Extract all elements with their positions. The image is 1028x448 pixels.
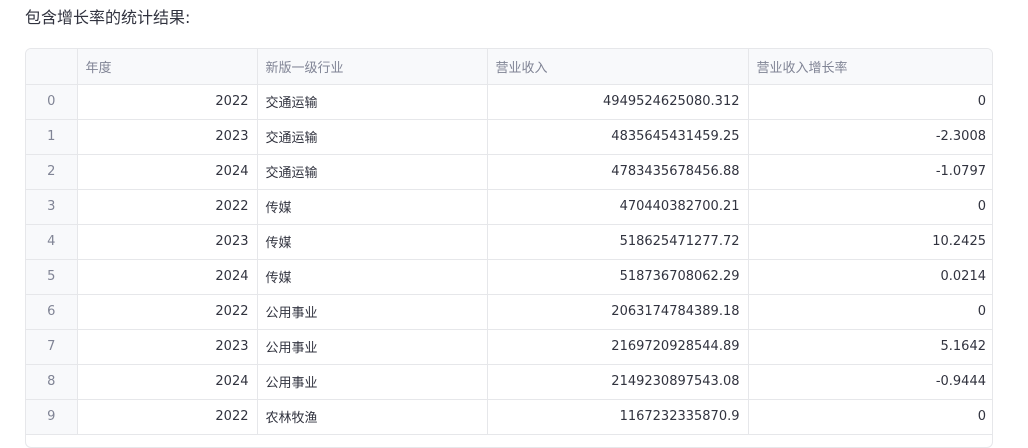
revenue-cell[interactable]: 1167232335870.9 bbox=[487, 399, 749, 435]
revenue-cell[interactable]: 518736708062.29 bbox=[487, 259, 749, 295]
revenue-cell[interactable]: 2149230897543.08 bbox=[487, 364, 749, 400]
table-row[interactable]: 7 2023 公用事业 2169720928544.89 5.1642 bbox=[26, 329, 992, 365]
year-cell[interactable]: 2022 bbox=[77, 84, 258, 120]
row-index-cell[interactable]: 1 bbox=[26, 119, 78, 155]
row-index-cell[interactable]: 8 bbox=[26, 364, 78, 400]
data-table-grid: 年度 新版一级行业 营业收入 营业收入增长率 0 2022 交通运输 49495246… bbox=[26, 49, 992, 435]
result-caption: 包含增长率的统计结果: bbox=[25, 8, 191, 27]
row-index-cell[interactable]: 9 bbox=[26, 399, 78, 435]
table-row[interactable]: 1 2023 交通运输 4835645431459.25 -2.3008 bbox=[26, 119, 992, 155]
table-row[interactable]: 4 2023 传媒 518625471277.72 10.2425 bbox=[26, 224, 992, 260]
year-cell[interactable]: 2024 bbox=[77, 364, 258, 400]
industry-cell[interactable]: 公用事业 bbox=[257, 329, 488, 365]
year-cell[interactable]: 2022 bbox=[77, 294, 258, 330]
revenue-cell[interactable]: 4949524625080.312 bbox=[487, 84, 749, 120]
year-cell[interactable]: 2023 bbox=[77, 224, 258, 260]
industry-cell[interactable]: 农林牧渔 bbox=[257, 399, 488, 435]
column-header-year[interactable]: 年度 bbox=[77, 49, 258, 85]
row-index-cell[interactable]: 4 bbox=[26, 224, 78, 260]
year-cell[interactable]: 2022 bbox=[77, 189, 258, 225]
column-header-index[interactable] bbox=[26, 49, 78, 85]
table-row[interactable]: 2 2024 交通运输 4783435678456.88 -1.0797 bbox=[26, 154, 992, 190]
table-row[interactable]: 5 2024 传媒 518736708062.29 0.0214 bbox=[26, 259, 992, 295]
row-index-cell[interactable]: 5 bbox=[26, 259, 78, 295]
revenue-cell[interactable]: 4835645431459.25 bbox=[487, 119, 749, 155]
table-body: 0 2022 交通运输 4949524625080.312 0 1 2023 交通运输 4835… bbox=[26, 84, 992, 435]
growth-cell[interactable]: 0 bbox=[748, 294, 992, 330]
column-header-industry[interactable]: 新版一级行业 bbox=[257, 49, 488, 85]
industry-cell[interactable]: 公用事业 bbox=[257, 364, 488, 400]
table-row[interactable]: 6 2022 公用事业 2063174784389.18 0 bbox=[26, 294, 992, 330]
table-row[interactable]: 9 2022 农林牧渔 1167232335870.9 0 bbox=[26, 399, 992, 435]
growth-cell[interactable]: 5.1642 bbox=[748, 329, 992, 365]
industry-cell[interactable]: 传媒 bbox=[257, 189, 488, 225]
industry-cell[interactable]: 传媒 bbox=[257, 259, 488, 295]
industry-cell[interactable]: 交通运输 bbox=[257, 84, 488, 120]
growth-cell[interactable]: 0.0214 bbox=[748, 259, 992, 295]
growth-cell[interactable]: 0 bbox=[748, 84, 992, 120]
row-index-cell[interactable]: 2 bbox=[26, 154, 78, 190]
growth-cell[interactable]: -0.9444 bbox=[748, 364, 992, 400]
table-header-row: 年度 新版一级行业 营业收入 营业收入增长率 bbox=[26, 49, 992, 85]
growth-cell[interactable]: 0 bbox=[748, 189, 992, 225]
industry-cell[interactable]: 公用事业 bbox=[257, 294, 488, 330]
row-index-cell[interactable]: 0 bbox=[26, 84, 78, 120]
revenue-cell[interactable]: 470440382700.21 bbox=[487, 189, 749, 225]
data-table[interactable]: 年度 新版一级行业 营业收入 营业收入增长率 0 2022 交通运输 49495246… bbox=[25, 48, 993, 448]
growth-cell[interactable]: 10.2425 bbox=[748, 224, 992, 260]
table-row[interactable]: 8 2024 公用事业 2149230897543.08 -0.9444 bbox=[26, 364, 992, 400]
table-row[interactable]: 3 2022 传媒 470440382700.21 0 bbox=[26, 189, 992, 225]
growth-cell[interactable]: -1.0797 bbox=[748, 154, 992, 190]
revenue-cell[interactable]: 2063174784389.18 bbox=[487, 294, 749, 330]
industry-cell[interactable]: 交通运输 bbox=[257, 119, 488, 155]
year-cell[interactable]: 2022 bbox=[77, 399, 258, 435]
year-cell[interactable]: 2024 bbox=[77, 259, 258, 295]
revenue-cell[interactable]: 518625471277.72 bbox=[487, 224, 749, 260]
row-index-cell[interactable]: 7 bbox=[26, 329, 78, 365]
year-cell[interactable]: 2023 bbox=[77, 119, 258, 155]
row-index-cell[interactable]: 3 bbox=[26, 189, 78, 225]
row-index-cell[interactable]: 6 bbox=[26, 294, 78, 330]
year-cell[interactable]: 2023 bbox=[77, 329, 258, 365]
growth-cell[interactable]: -2.3008 bbox=[748, 119, 992, 155]
column-header-revenue[interactable]: 营业收入 bbox=[487, 49, 749, 85]
revenue-cell[interactable]: 2169720928544.89 bbox=[487, 329, 749, 365]
year-cell[interactable]: 2024 bbox=[77, 154, 258, 190]
column-header-growth[interactable]: 营业收入增长率 bbox=[748, 49, 992, 85]
table-row[interactable]: 0 2022 交通运输 4949524625080.312 0 bbox=[26, 84, 992, 120]
revenue-cell[interactable]: 4783435678456.88 bbox=[487, 154, 749, 190]
industry-cell[interactable]: 交通运输 bbox=[257, 154, 488, 190]
industry-cell[interactable]: 传媒 bbox=[257, 224, 488, 260]
growth-cell[interactable]: 0 bbox=[748, 399, 992, 435]
